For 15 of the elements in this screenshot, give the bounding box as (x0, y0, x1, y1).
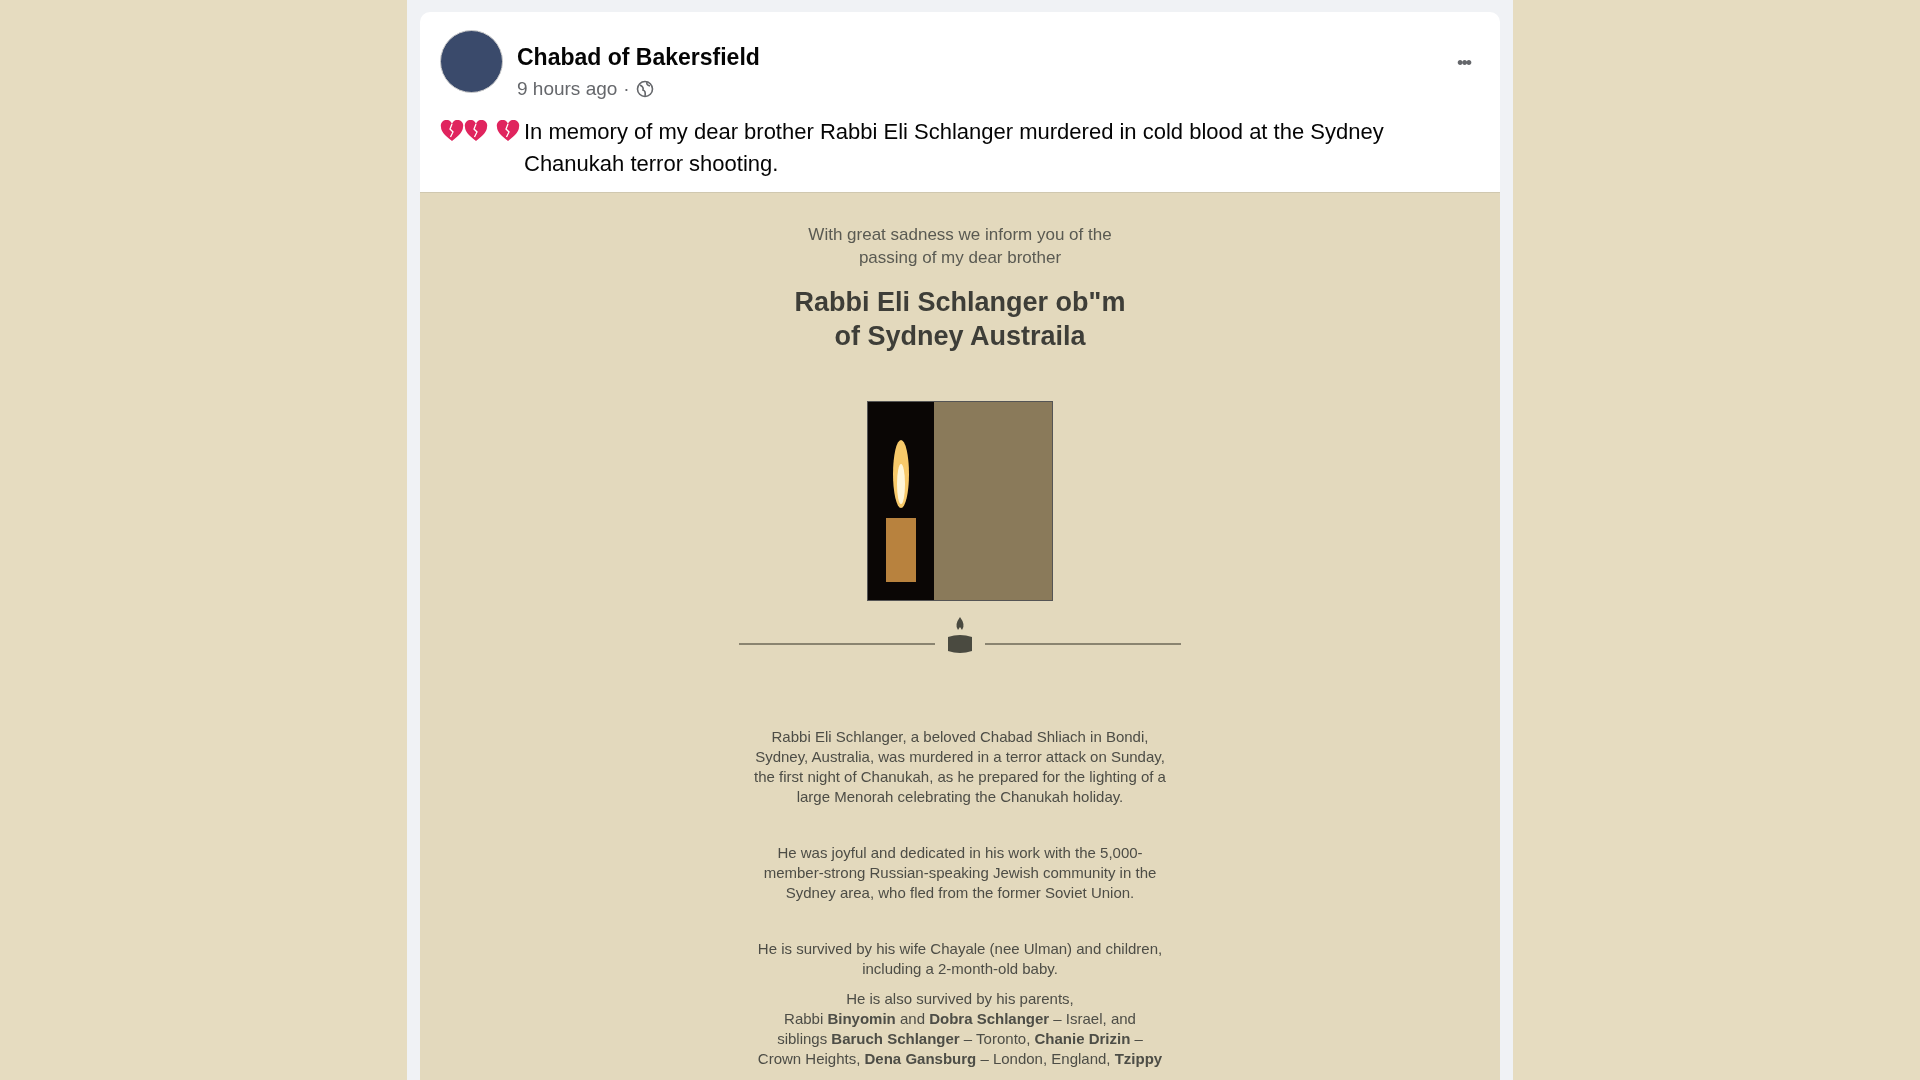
memorial-title: Rabbi Eli Schlanger ob"m of Sydney Austraila (794, 285, 1126, 353)
broken-heart-icon (496, 119, 520, 142)
notice-paragraph: Rabbi Eli Schlanger, a beloved Chabad Shliach in Bondi, Sydney, Australia, was murdered in a terror attack on Sunday, the first night of Chanukah, as he prepared for the lighting of a large Menorah celebrating the Chanukah holiday. (754, 726, 1166, 807)
post-text: In memory of my dear brother Rabbi Eli Schlanger murdered in cold blood at the Sydney Chanukah terror shooting. (524, 117, 1385, 178)
separator-dot: · (623, 77, 630, 101)
post-time[interactable]: 9 hours ago (517, 75, 618, 104)
more-options-button[interactable]: ••• (1457, 50, 1470, 77)
globe-icon (635, 80, 654, 99)
broken-heart-icon (464, 119, 488, 142)
notice-paragraph: He is also survived by his parents, Rabbi Binyomin and Dobra Schlanger – Israel, and siblings Baruch Schlanger – Toronto, Chanie Drizin – Crown Heights, Dena Gansburg – London, England, Tzippy (757, 988, 1163, 1069)
author-name[interactable]: Chabad of Bakersfield (517, 43, 760, 71)
intro-text: With great sadness we inform you of the passing of my dear brother (808, 223, 1112, 269)
notice-paragraph: He is survived by his wife Chayale (nee Ulman) and children, including a 2-month-old baby. (757, 938, 1163, 979)
notice-paragraph: He was joyful and dedicated in his work with the 5,000- member-strong Russian-speaking Jewish community in the Sydney area, who fled from the former Soviet Union. (763, 842, 1157, 903)
broken-heart-icon (440, 119, 464, 142)
